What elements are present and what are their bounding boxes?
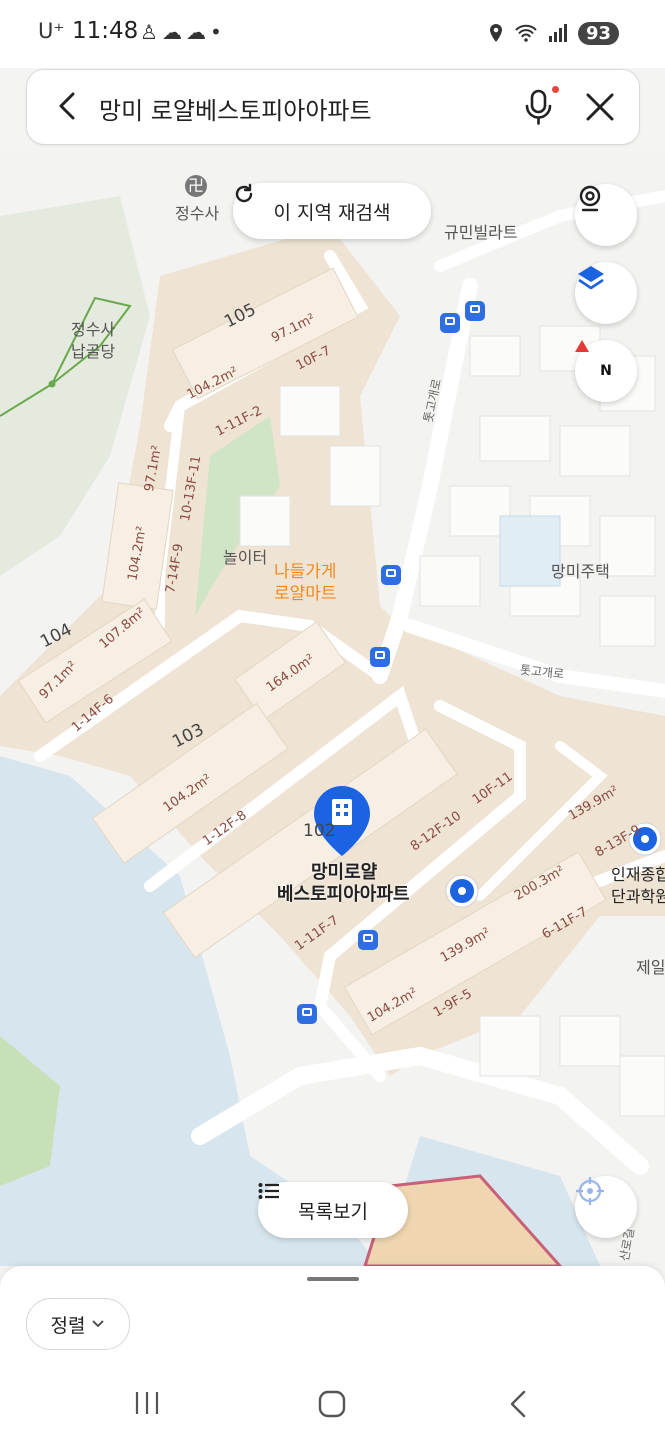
- status-right: 93: [488, 18, 619, 48]
- poi-house[interactable]: 망미주택: [551, 558, 610, 582]
- cloud-icon: ☁: [161, 20, 186, 44]
- list-icon: [258, 1183, 279, 1199]
- system-nav-bar: [0, 1370, 665, 1440]
- list-view-button[interactable]: 목록보기: [258, 1182, 408, 1238]
- compass-arrow-icon: [575, 340, 589, 352]
- status-bar: U⁺ 11:48 ♙☁☁• 93: [0, 0, 665, 68]
- crosshair-icon: [576, 1177, 604, 1205]
- poi-mart-line2[interactable]: 로얄마트: [274, 579, 337, 604]
- bus-stop-icon[interactable]: [358, 930, 378, 950]
- sort-button[interactable]: 정렬: [26, 1298, 130, 1350]
- poi-temple-hall-line2[interactable]: 납골당: [71, 338, 115, 362]
- search-query[interactable]: 망미 로얄베스토피아아파트: [99, 91, 372, 126]
- compass-label: N: [600, 363, 612, 379]
- mic-notification-dot: [552, 86, 559, 93]
- poi-school-line1[interactable]: 인재종합: [611, 861, 665, 885]
- wifi-icon: [515, 24, 537, 42]
- layers-icon: [578, 266, 604, 290]
- chevron-down-icon: [92, 1320, 105, 1328]
- map-layers-button[interactable]: [575, 262, 637, 324]
- poi-temple[interactable]: 정수사: [175, 200, 219, 224]
- map-view[interactable]: 卍 정수사 정수사 납골당 규민빌라트 망미주택 놀이터 나들가게 로얄마트 톳…: [0, 156, 665, 1266]
- bottom-sheet[interactable]: 정렬: [0, 1266, 665, 1440]
- compass-button[interactable]: N: [575, 340, 637, 402]
- back-icon[interactable]: [508, 1390, 528, 1418]
- cloud-icon: ☁: [185, 20, 210, 44]
- street-view-icon: [579, 185, 601, 212]
- bus-stop-icon[interactable]: [297, 1004, 317, 1024]
- location-icon: [489, 24, 502, 42]
- research-area-label: 이 지역 재검색: [273, 201, 391, 224]
- battery-indicator: 93: [577, 21, 619, 45]
- clock: 11:48: [72, 18, 139, 44]
- search-bar[interactable]: 망미 로얄베스토피아아파트: [26, 69, 640, 145]
- selected-place-name-line2[interactable]: 베스토피아아파트: [277, 880, 409, 906]
- dot-icon: •: [209, 20, 226, 44]
- street-view-button[interactable]: [575, 184, 637, 246]
- carrier-label: U⁺: [38, 19, 65, 43]
- poi-jeil[interactable]: 제일: [636, 954, 665, 978]
- sort-label: 정렬: [50, 1314, 86, 1337]
- signal-icon: [548, 24, 567, 42]
- home-icon[interactable]: [318, 1390, 346, 1418]
- building-number: 102: [303, 821, 336, 841]
- bus-stop-icon[interactable]: [370, 647, 390, 667]
- poi-playground[interactable]: 놀이터: [223, 544, 267, 568]
- person-icon: ♙: [140, 20, 162, 44]
- poi-villa[interactable]: 규민빌라트: [444, 219, 518, 243]
- research-area-button[interactable]: 이 지역 재검색: [233, 183, 431, 239]
- location-dot-1[interactable]: [445, 874, 479, 908]
- bus-stop-icon[interactable]: [381, 565, 401, 585]
- sheet-drag-handle[interactable]: [307, 1277, 359, 1281]
- voice-search-button[interactable]: [519, 86, 559, 128]
- close-icon[interactable]: [581, 88, 619, 126]
- trail-point: [48, 380, 56, 388]
- recent-apps-icon[interactable]: [133, 1390, 161, 1416]
- refresh-icon: [235, 183, 253, 203]
- bus-stop-icon[interactable]: [465, 301, 485, 321]
- current-location-button[interactable]: [575, 1176, 637, 1238]
- bus-stop-icon[interactable]: [440, 313, 460, 333]
- temple-icon: 卍: [185, 175, 207, 197]
- poi-school-line2[interactable]: 단과학원: [611, 883, 665, 907]
- chevron-left-icon[interactable]: [51, 88, 87, 124]
- list-view-label: 목록보기: [298, 1200, 368, 1223]
- poi-temple-hall-line1[interactable]: 정수사: [71, 316, 115, 340]
- notification-icons: ♙☁☁•: [140, 20, 226, 44]
